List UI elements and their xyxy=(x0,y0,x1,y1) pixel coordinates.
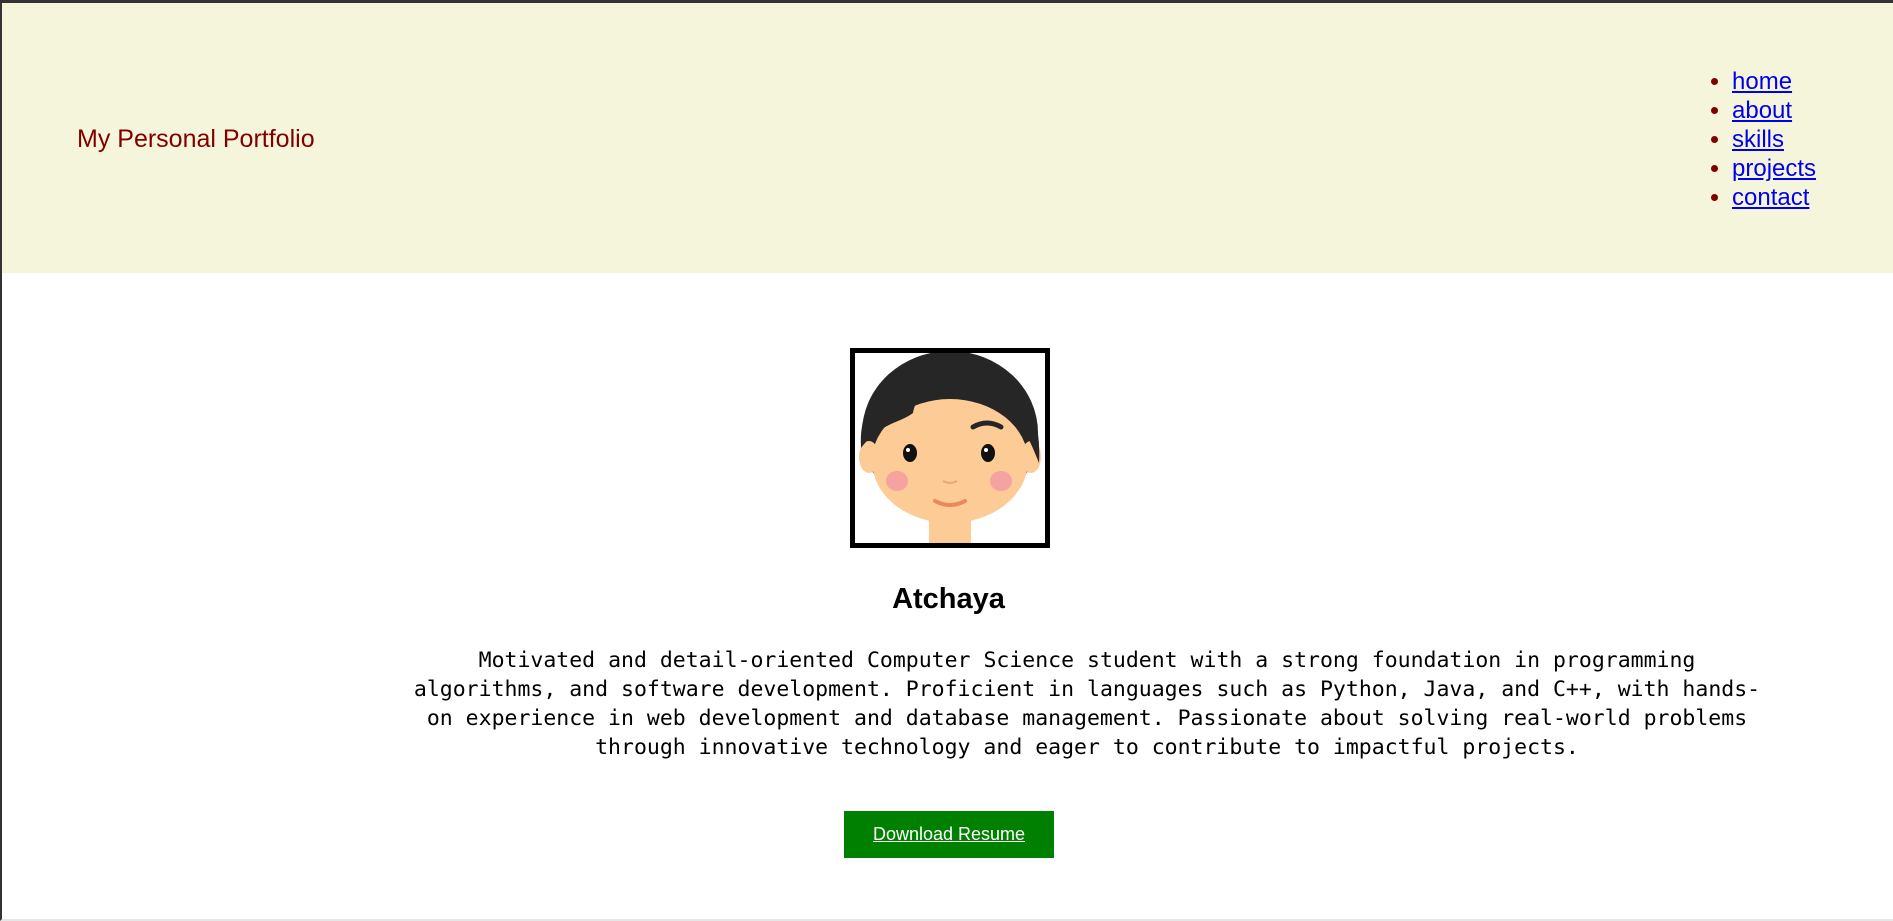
nav-item-skills: skills xyxy=(1732,125,1816,154)
nav-link-skills[interactable]: skills xyxy=(1732,126,1784,153)
download-resume-button[interactable]: Download Resume xyxy=(844,811,1054,858)
cartoon-face-avatar-icon xyxy=(859,353,1041,543)
nav-item-contact: contact xyxy=(1732,183,1816,212)
nav-link-projects[interactable]: projects xyxy=(1732,155,1816,182)
site-header: My Personal Portfolio home about skills … xyxy=(2,3,1893,273)
nav-link-contact[interactable]: contact xyxy=(1732,184,1809,211)
browser-viewport: My Personal Portfolio home about skills … xyxy=(0,0,1893,921)
nav-link-about[interactable]: about xyxy=(1732,97,1792,124)
profile-name: Atchaya xyxy=(892,583,1005,615)
main-nav: home about skills projects contact xyxy=(1710,67,1816,212)
nav-item-about: about xyxy=(1732,96,1816,125)
nav-item-projects: projects xyxy=(1732,154,1816,183)
nav-link-home[interactable]: home xyxy=(1732,68,1792,95)
avatar xyxy=(850,348,1050,548)
brand-title: My Personal Portfolio xyxy=(77,125,315,153)
nav-item-home: home xyxy=(1732,67,1816,96)
profile-bio: Motivated and detail-oriented Computer S… xyxy=(413,648,1761,760)
